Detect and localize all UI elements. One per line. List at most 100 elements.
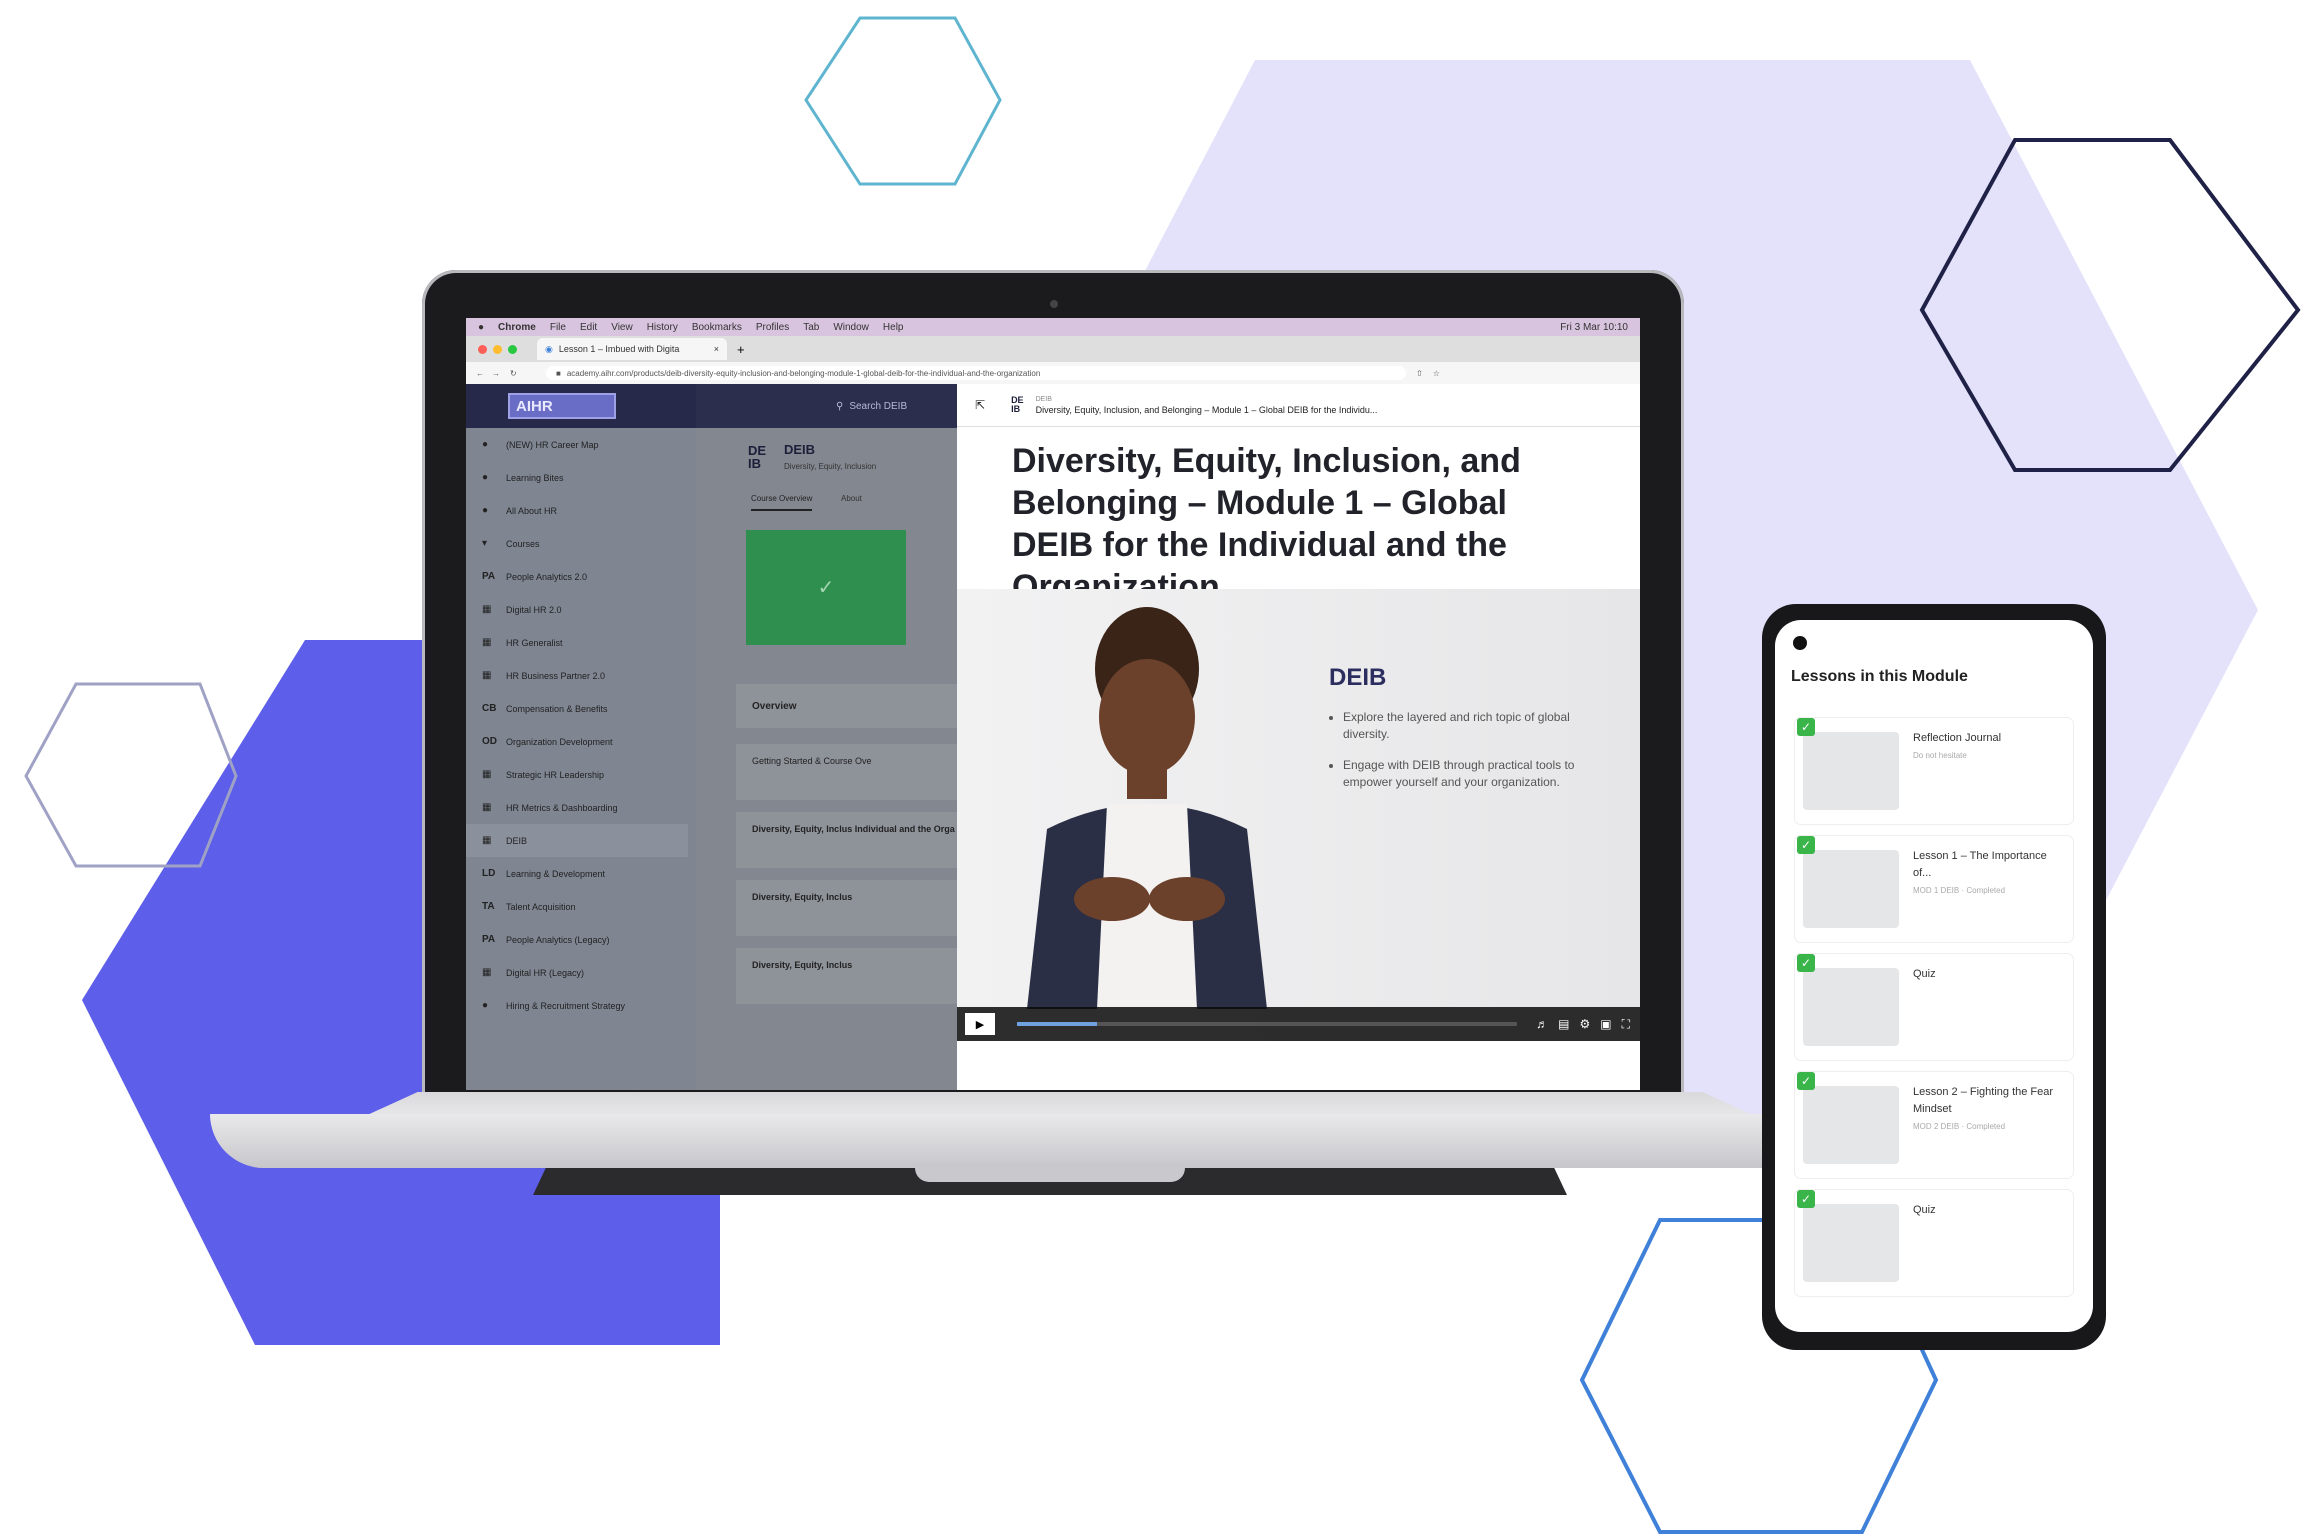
sidebar-item[interactable]: CB Compensation & Benefits: [466, 692, 696, 725]
bookmark-star-icon[interactable]: ☆: [1433, 369, 1440, 378]
captions-icon[interactable]: ▤: [1558, 1017, 1569, 1032]
sidebar-item[interactable]: ▾ Courses: [466, 527, 696, 560]
sidebar-item-icon: ●: [482, 472, 489, 483]
sidebar-item[interactable]: ▦ Strategic HR Leadership: [466, 758, 696, 791]
clock: Fri 3 Mar 10:10: [1560, 321, 1628, 333]
collapse-icon[interactable]: ⇱: [975, 398, 985, 412]
sidebar-item[interactable]: PA People Analytics (Legacy): [466, 923, 696, 956]
lock-icon: ■: [556, 368, 561, 378]
menu-window[interactable]: Window: [833, 322, 869, 333]
volume-icon[interactable]: ♬: [1536, 1017, 1548, 1032]
reload-icon[interactable]: ↻: [510, 369, 517, 378]
menu-edit[interactable]: Edit: [580, 322, 597, 333]
video-bullet-list: Explore the layered and rich topic of gl…: [1329, 709, 1593, 791]
tab-close-icon[interactable]: ×: [714, 344, 719, 354]
apple-icon[interactable]: ●: [478, 322, 484, 333]
sidebar-item[interactable]: PA People Analytics 2.0: [466, 560, 696, 593]
sidebar-item-icon: CB: [482, 703, 497, 714]
lesson-thumbnail: [1803, 1086, 1899, 1164]
share-icon[interactable]: ⇧: [1416, 369, 1423, 378]
sidebar-item-icon: OD: [482, 736, 497, 747]
menu-history[interactable]: History: [647, 322, 678, 333]
sidebar-item-icon: ▦: [482, 967, 492, 978]
sidebar-item[interactable]: ● Learning Bites: [466, 461, 696, 494]
sidebar-item-label: HR Generalist: [506, 637, 563, 648]
lesson-card[interactable]: ✓ Lesson 2 – Fighting the Fear Mindset MOD…: [1795, 1072, 2073, 1178]
sidebar-item[interactable]: ● All About HR: [466, 494, 696, 527]
lesson-thumbnail: [1803, 732, 1899, 810]
sidebar-item-label: Digital HR (Legacy): [506, 967, 585, 978]
search-box[interactable]: ⚲ Search DEIB: [836, 401, 907, 412]
sidebar-item[interactable]: ● Hiring & Recruitment Strategy: [466, 989, 696, 1022]
lesson-title: Lesson 2 – Fighting the Fear Mindset: [1913, 1086, 2054, 1115]
sidebar-item[interactable]: ● (NEW) HR Career Map: [466, 428, 696, 461]
sidebar-item[interactable]: OD Organization Development: [466, 725, 696, 758]
sidebar-item[interactable]: TA Talent Acquisition: [466, 890, 696, 923]
video-progress-bar[interactable]: [1017, 1022, 1517, 1026]
lesson-card[interactable]: ✓ Quiz: [1795, 954, 2073, 1060]
lesson-text: Lesson 1 – The Importance of... MOD 1 DEI…: [1913, 848, 2063, 899]
back-icon[interactable]: ←: [476, 369, 484, 378]
lesson-card[interactable]: ✓ Reflection Journal Do not hesitate: [1795, 718, 2073, 824]
menu-chrome[interactable]: Chrome: [498, 322, 536, 333]
pip-icon[interactable]: ▣: [1600, 1017, 1611, 1032]
lesson-text: Quiz: [1913, 1202, 2063, 1219]
menu-file[interactable]: File: [550, 322, 566, 333]
lesson-card[interactable]: ✓ Lesson 1 – The Importance of... MOD 1 DE…: [1795, 836, 2073, 942]
sidebar-item[interactable]: ▦ DEIB: [466, 824, 688, 857]
sidebar-item-icon: ▦: [482, 835, 492, 846]
sidebar-item[interactable]: ▦ HR Metrics & Dashboarding: [466, 791, 696, 824]
lesson-text: Lesson 2 – Fighting the Fear Mindset MOD …: [1913, 1084, 2063, 1135]
course-thumbnail[interactable]: ✓: [746, 530, 906, 645]
panel-deib-logo: DE IB: [1011, 395, 1024, 414]
panel-breadcrumb-text: Diversity, Equity, Inclusion, and Belong…: [1035, 405, 1378, 415]
browser-address-bar: ← → ↻ ■ academy.aihr.com/products/deib-d…: [466, 362, 1640, 385]
zoom-window-button[interactable]: [508, 344, 517, 354]
sidebar-list: ● (NEW) HR Career Map ● Learning Bites ● All …: [466, 428, 696, 1022]
laptop-notch: [915, 1166, 1185, 1182]
sidebar: AIHR ● (NEW) HR Career Map ● Learning Bites…: [466, 384, 696, 1090]
module-row-label: Getting Started & Course Ove: [752, 756, 872, 766]
menu-profiles[interactable]: Profiles: [756, 322, 789, 333]
sidebar-item-label: Compensation & Benefits: [506, 703, 608, 714]
lesson-title: Diversity, Equity, Inclusion, and Belong…: [1012, 442, 1521, 606]
video-controls: ▶ ♬ ▤ ⚙ ▣ ⛶: [957, 1007, 1640, 1041]
settings-gear-icon[interactable]: ⚙: [1579, 1017, 1590, 1032]
menu-tab[interactable]: Tab: [803, 322, 819, 333]
sidebar-item[interactable]: ▦ HR Business Partner 2.0: [466, 659, 696, 692]
menu-bookmarks[interactable]: Bookmarks: [692, 322, 742, 333]
sidebar-item-label: Hiring & Recruitment Strategy: [506, 1000, 626, 1011]
browser-tab[interactable]: ◉ Lesson 1 – Imbued with Digita ×: [537, 338, 727, 360]
sidebar-item-icon: ●: [482, 439, 489, 450]
new-tab-icon[interactable]: +: [737, 342, 745, 357]
sidebar-item-icon: TA: [482, 901, 495, 912]
menu-view[interactable]: View: [611, 322, 633, 333]
sidebar-item[interactable]: ▦ Digital HR (Legacy): [466, 956, 696, 989]
minimize-window-button[interactable]: [493, 344, 502, 354]
tab-course-overview[interactable]: Course Overview: [751, 494, 813, 511]
url-field[interactable]: ■ academy.aihr.com/products/deib-diversi…: [546, 366, 1406, 380]
module-row-label: Diversity, Equity, Inclus: [752, 960, 853, 970]
sidebar-item-label: People Analytics 2.0: [506, 571, 588, 582]
lesson-card[interactable]: ✓ Quiz: [1795, 1190, 2073, 1296]
forward-icon[interactable]: →: [492, 369, 500, 378]
fullscreen-icon[interactable]: ⛶: [1622, 1017, 1630, 1032]
sidebar-item[interactable]: ▦ HR Generalist: [466, 626, 696, 659]
sidebar-item-label: HR Metrics & Dashboarding: [506, 802, 618, 813]
sidebar-item-icon: ▦: [482, 637, 492, 648]
close-window-button[interactable]: [478, 344, 487, 354]
sidebar-item[interactable]: ▦ Digital HR 2.0: [466, 593, 696, 626]
video-player[interactable]: DEIB Explore the layered and rich topic …: [957, 589, 1640, 1041]
aihr-logo[interactable]: AIHR: [508, 393, 616, 419]
video-bullet: Engage with DEIB through practical tools…: [1343, 757, 1593, 791]
tab-about[interactable]: About: [841, 494, 862, 503]
tab-title: Lesson 1 – Imbued with Digita: [558, 344, 680, 354]
play-button[interactable]: ▶: [965, 1013, 995, 1035]
sidebar-item-icon: PA: [482, 571, 496, 582]
lesson-thumbnail: [1803, 968, 1899, 1046]
sidebar-item[interactable]: LD Learning & Development: [466, 857, 696, 890]
lesson-subtitle: Do not hesitate: [1913, 751, 1967, 760]
menu-help[interactable]: Help: [883, 322, 904, 333]
phone-camera: [1793, 636, 1807, 650]
teal-hexagon-outline: [804, 16, 1002, 186]
